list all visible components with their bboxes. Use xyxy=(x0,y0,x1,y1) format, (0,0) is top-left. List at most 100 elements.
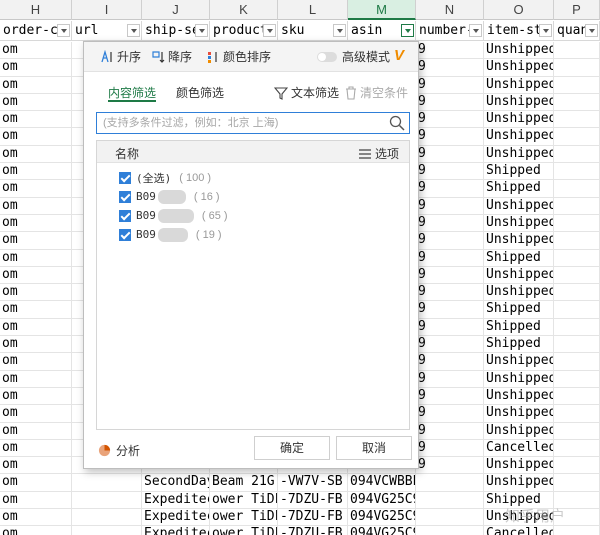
cell-j[interactable]: ExpeditecFl xyxy=(142,491,210,509)
cell-h[interactable]: om xyxy=(0,59,72,76)
cell-n[interactable]: 9 xyxy=(416,76,484,93)
cell-n[interactable] xyxy=(416,491,484,509)
cell-k[interactable]: ower TiDF xyxy=(210,509,278,526)
list-item[interactable]: B09 ( 65 ) xyxy=(119,207,228,224)
cell-h[interactable]: om xyxy=(0,266,72,284)
cell-k[interactable]: ower TiDF xyxy=(210,526,278,535)
filter-dropdown-icon[interactable] xyxy=(127,24,140,37)
cell-n[interactable]: 9 xyxy=(416,387,484,405)
search-icon[interactable] xyxy=(389,115,405,131)
header-cell-p[interactable]: quant xyxy=(554,21,600,41)
header-cell-m[interactable]: asin xyxy=(348,21,416,41)
cell-h[interactable]: om xyxy=(0,405,72,422)
cell-h[interactable]: om xyxy=(0,180,72,197)
cell-o[interactable]: Unshipped xyxy=(484,128,554,145)
cell-h[interactable]: om xyxy=(0,145,72,163)
filter-dropdown-icon[interactable] xyxy=(263,24,276,37)
cell-n[interactable]: 9 xyxy=(416,214,484,232)
sort-by-color-button[interactable]: 颜色排序 xyxy=(206,49,271,65)
checkbox[interactable] xyxy=(119,171,131,184)
cell-n[interactable]: 9 xyxy=(416,422,484,439)
cell-h[interactable]: om xyxy=(0,249,72,266)
tab-color-filter[interactable]: 颜色筛选 xyxy=(176,84,224,102)
text-filter-button[interactable]: 文本筛选 xyxy=(274,84,339,102)
cell-p[interactable] xyxy=(554,76,600,93)
header-cell-i[interactable]: url xyxy=(72,21,142,41)
column-letter-l[interactable]: L xyxy=(278,0,348,20)
column-letter-m[interactable]: M xyxy=(348,0,416,20)
cell-m[interactable]: 094VG25C9 xyxy=(348,526,416,535)
cell-o[interactable]: Unshipped xyxy=(484,59,554,76)
cell-o[interactable]: Cancelled xyxy=(484,439,554,457)
cell-k[interactable]: Beam 21G xyxy=(210,474,278,491)
column-letter-j[interactable]: J xyxy=(142,0,210,20)
list-item[interactable]: B09 ( 16 ) xyxy=(119,188,220,205)
cell-o[interactable]: Unshipped xyxy=(484,232,554,249)
cell-i[interactable] xyxy=(72,491,142,509)
cell-p[interactable] xyxy=(554,301,600,318)
cell-p[interactable] xyxy=(554,457,600,474)
cell-n[interactable]: 9 xyxy=(416,249,484,266)
cell-p[interactable] xyxy=(554,284,600,301)
cell-m[interactable]: 094VCWBBP xyxy=(348,474,416,491)
cell-o[interactable]: Unshipped xyxy=(484,405,554,422)
cell-o[interactable]: Unshipped xyxy=(484,457,554,474)
cell-o[interactable]: Cancelled xyxy=(484,526,554,535)
cell-o[interactable]: Shipped xyxy=(484,301,554,318)
cell-l[interactable]: -7DZU-FB xyxy=(278,491,348,509)
cell-p[interactable] xyxy=(554,145,600,163)
cell-n[interactable]: 9 xyxy=(416,145,484,163)
cell-n[interactable]: 9 xyxy=(416,266,484,284)
cell-n[interactable]: 9 xyxy=(416,284,484,301)
cell-o[interactable]: Unshipped xyxy=(484,370,554,387)
cell-n[interactable]: 9 xyxy=(416,128,484,145)
cell-h[interactable]: om xyxy=(0,163,72,180)
cell-p[interactable] xyxy=(554,249,600,266)
cell-n[interactable]: 9 xyxy=(416,111,484,128)
cell-h[interactable]: om xyxy=(0,284,72,301)
cell-p[interactable] xyxy=(554,42,600,59)
cell-n[interactable]: 9 xyxy=(416,59,484,76)
cell-p[interactable] xyxy=(554,422,600,439)
cell-p[interactable] xyxy=(554,387,600,405)
advanced-mode-toggle[interactable] xyxy=(317,52,337,62)
cell-p[interactable] xyxy=(554,336,600,353)
cell-n[interactable]: 9 xyxy=(416,457,484,474)
column-letter-i[interactable]: I xyxy=(72,0,142,20)
header-cell-n[interactable]: number- xyxy=(416,21,484,41)
cell-l[interactable]: -7DZU-FB xyxy=(278,509,348,526)
cell-h[interactable]: om xyxy=(0,197,72,214)
cell-h[interactable]: om xyxy=(0,353,72,370)
cell-n[interactable]: 9 xyxy=(416,439,484,457)
cell-i[interactable] xyxy=(72,526,142,535)
cell-n[interactable]: 9 xyxy=(416,301,484,318)
options-button[interactable]: 选项 xyxy=(359,145,399,162)
cell-i[interactable] xyxy=(72,474,142,491)
cell-m[interactable]: 094VG25C9 xyxy=(348,509,416,526)
cell-h[interactable]: om xyxy=(0,422,72,439)
cell-n[interactable] xyxy=(416,509,484,526)
cell-h[interactable]: om xyxy=(0,128,72,145)
cell-o[interactable]: Unshipped xyxy=(484,266,554,284)
cell-o[interactable]: Unshipped xyxy=(484,93,554,111)
cell-p[interactable] xyxy=(554,405,600,422)
filter-dropdown-icon[interactable] xyxy=(585,24,598,37)
cell-l[interactable]: -7DZU-FB xyxy=(278,526,348,535)
cell-o[interactable]: Unshipped xyxy=(484,111,554,128)
cell-p[interactable] xyxy=(554,439,600,457)
filter-dropdown-icon[interactable] xyxy=(333,24,346,37)
cell-p[interactable] xyxy=(554,128,600,145)
cell-j[interactable]: SecondDayGo xyxy=(142,474,210,491)
filter-dropdown-icon[interactable] xyxy=(539,24,552,37)
filter-dropdown-icon[interactable] xyxy=(401,24,414,37)
cell-h[interactable]: om xyxy=(0,336,72,353)
cell-o[interactable]: Shipped xyxy=(484,163,554,180)
cell-o[interactable]: Shipped xyxy=(484,180,554,197)
cell-h[interactable]: om xyxy=(0,439,72,457)
filter-dropdown-icon[interactable] xyxy=(195,24,208,37)
cell-o[interactable]: Unshipped xyxy=(484,145,554,163)
column-letter-k[interactable]: K xyxy=(210,0,278,20)
analyze-button[interactable]: 分析 xyxy=(98,442,140,459)
search-input[interactable] xyxy=(103,115,383,131)
checkbox[interactable] xyxy=(119,190,131,203)
